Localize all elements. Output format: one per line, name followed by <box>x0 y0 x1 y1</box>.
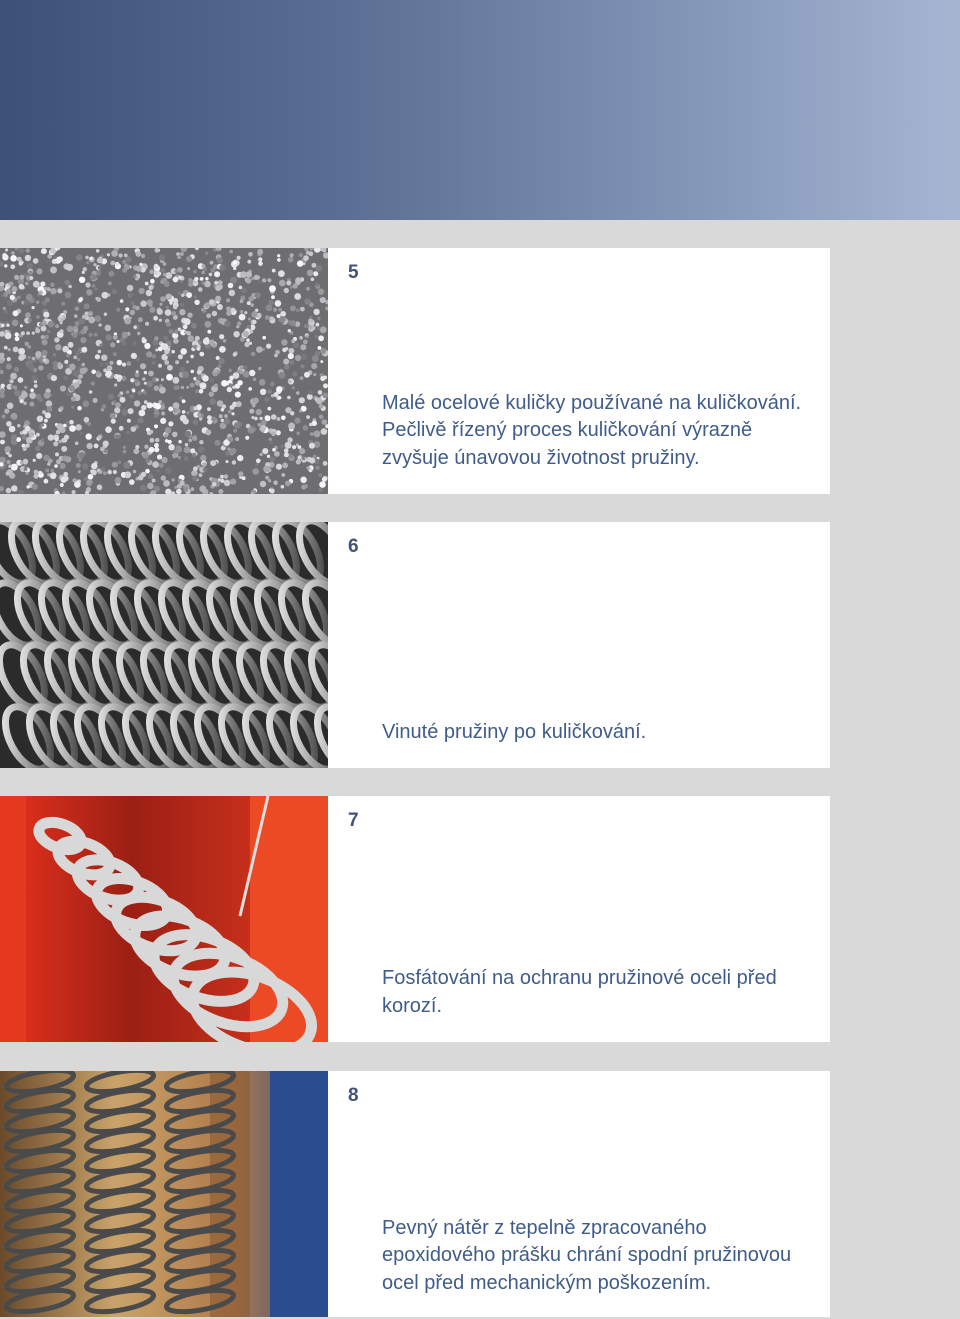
caption-card: 5 Malé ocelové kuličky používané na kuli… <box>328 248 830 494</box>
phosphating-photo <box>0 796 328 1042</box>
steel-shot-image <box>0 248 328 494</box>
phosphating-image <box>0 796 328 1042</box>
epoxy-coating-image <box>0 1071 328 1317</box>
springs-photo <box>0 522 328 768</box>
panel-8: 8 Pevný nátěr z tepelně zpracovaného epo… <box>0 1071 830 1317</box>
panel-caption: Vinuté pružiny po kuličkování. <box>382 720 647 743</box>
caption-card: 8 Pevný nátěr z tepelně zpracovaného epo… <box>328 1071 830 1317</box>
panel-number: 7 <box>348 810 359 831</box>
steel-shot-photo <box>0 248 328 494</box>
header-band <box>0 0 960 220</box>
panel-caption: Malé ocelové kuličky používané na kuličk… <box>382 391 802 469</box>
panel-7: 7 Fosfátování na ochranu pružinové oceli… <box>0 796 830 1042</box>
springs-image <box>0 522 328 768</box>
caption-card: 7 Fosfátování na ochranu pružinové oceli… <box>328 796 830 1042</box>
panel-caption: Fosfátování na ochranu pružinové oceli p… <box>382 967 777 1017</box>
panel-number: 8 <box>348 1085 359 1106</box>
caption-card: 6 Vinuté pružiny po kuličkování. <box>328 522 830 768</box>
panel-number: 5 <box>348 262 359 283</box>
panel-6: 6 Vinuté pružiny po kuličkování. <box>0 522 830 768</box>
epoxy-coating-photo <box>0 1071 328 1317</box>
panel-number: 6 <box>348 536 359 557</box>
panel-caption: Pevný nátěr z tepelně zpracovaného epoxi… <box>382 1216 792 1294</box>
panel-5: 5 Malé ocelové kuličky používané na kuli… <box>0 248 830 494</box>
